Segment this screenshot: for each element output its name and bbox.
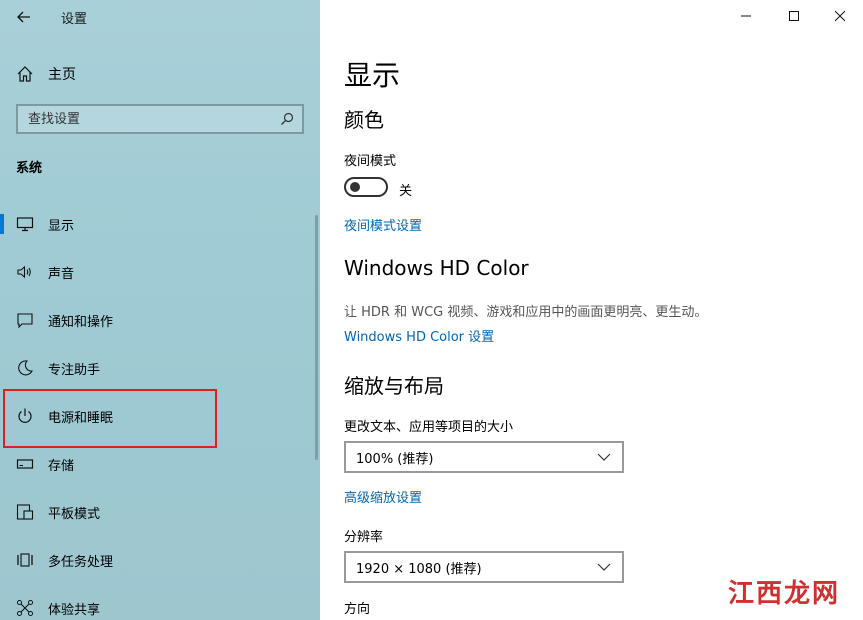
scale-dropdown[interactable]: 100% (推荐): [344, 441, 624, 473]
home-icon: [16, 65, 34, 83]
sidebar-item-home[interactable]: 主页: [0, 58, 320, 90]
resolution-dropdown-value: 1920 × 1080 (推荐): [356, 561, 482, 577]
notification-icon: [16, 311, 34, 329]
sidebar-item-label: 显示: [48, 218, 75, 234]
hd-color-description: 让 HDR 和 WCG 视频、游戏和应用中的画面更明亮、更生动。: [344, 305, 708, 320]
share-icon: [16, 599, 34, 617]
watermark: 江西龙网: [728, 573, 840, 610]
close-button[interactable]: [817, 0, 863, 32]
sidebar-item-label: 声音: [48, 266, 75, 282]
scale-dropdown-value: 100% (推荐): [356, 451, 434, 467]
minimize-icon: [741, 15, 751, 17]
night-light-toggle[interactable]: [344, 177, 388, 197]
orientation-label: 方向: [344, 602, 371, 617]
chevron-down-icon: [594, 563, 614, 571]
search-icon[interactable]: [276, 108, 298, 130]
sidebar-item-tablet-mode[interactable]: 平板模式: [0, 488, 315, 536]
sidebar-title-bar: 设置: [0, 0, 320, 34]
resolution-dropdown[interactable]: 1920 × 1080 (推荐): [344, 551, 624, 583]
sidebar-item-label: 体验共享: [48, 602, 101, 618]
night-light-state: 关: [399, 184, 413, 199]
maximize-icon: [789, 11, 799, 21]
sidebar-item-focus-assist[interactable]: 专注助手: [0, 344, 315, 392]
sidebar-item-label: 平板模式: [48, 506, 101, 522]
sidebar-item-label: 多任务处理: [48, 554, 114, 570]
section-heading-hd-color: Windows HD Color: [344, 256, 529, 280]
page-title: 显示: [344, 59, 401, 92]
moon-icon: [16, 359, 34, 377]
speaker-icon: [16, 263, 34, 281]
toggle-knob: [350, 182, 360, 192]
multitask-icon: [16, 551, 34, 569]
annotation-highlight-box: [3, 389, 217, 448]
night-light-settings-link[interactable]: 夜间模式设置: [344, 215, 422, 234]
sidebar-item-label: 通知和操作: [48, 314, 114, 330]
maximize-button[interactable]: [771, 0, 817, 32]
sidebar-item-display[interactable]: 显示: [0, 200, 315, 248]
sidebar-item-notifications[interactable]: 通知和操作: [0, 296, 315, 344]
monitor-icon: [16, 215, 34, 233]
minimize-button[interactable]: [723, 0, 769, 32]
sidebar: 设置 主页 系统 显示 声音 通知和操作: [0, 0, 320, 620]
sidebar-scrollbar[interactable]: [315, 215, 318, 460]
sidebar-item-sound[interactable]: 声音: [0, 248, 315, 296]
app-title: 设置: [61, 12, 88, 27]
section-heading-scale-layout: 缩放与布局: [344, 374, 444, 398]
search-box: [16, 104, 304, 134]
watermark-text: 江西龙网: [728, 579, 841, 609]
close-icon: [835, 11, 845, 21]
advanced-scaling-link[interactable]: 高级缩放设置: [344, 487, 422, 506]
section-heading-color: 颜色: [344, 108, 384, 132]
chevron-down-icon: [594, 453, 614, 461]
hd-color-settings-link[interactable]: Windows HD Color 设置: [344, 326, 494, 345]
arrow-left-icon: [17, 11, 30, 23]
sidebar-item-label: 主页: [48, 67, 76, 83]
scale-label: 更改文本、应用等项目的大小: [344, 420, 514, 435]
sidebar-item-multitasking[interactable]: 多任务处理: [0, 536, 315, 584]
sidebar-item-label: 专注助手: [48, 362, 101, 378]
back-button[interactable]: [12, 6, 36, 28]
tablet-icon: [16, 503, 34, 521]
night-light-label: 夜间模式: [344, 154, 397, 169]
search-input[interactable]: [18, 106, 276, 132]
storage-icon: [16, 455, 34, 473]
sidebar-item-shared-experiences[interactable]: 体验共享: [0, 584, 315, 620]
sidebar-item-label: 存储: [48, 458, 75, 474]
section-label-system: 系统: [16, 161, 43, 176]
resolution-label: 分辨率: [344, 530, 384, 545]
